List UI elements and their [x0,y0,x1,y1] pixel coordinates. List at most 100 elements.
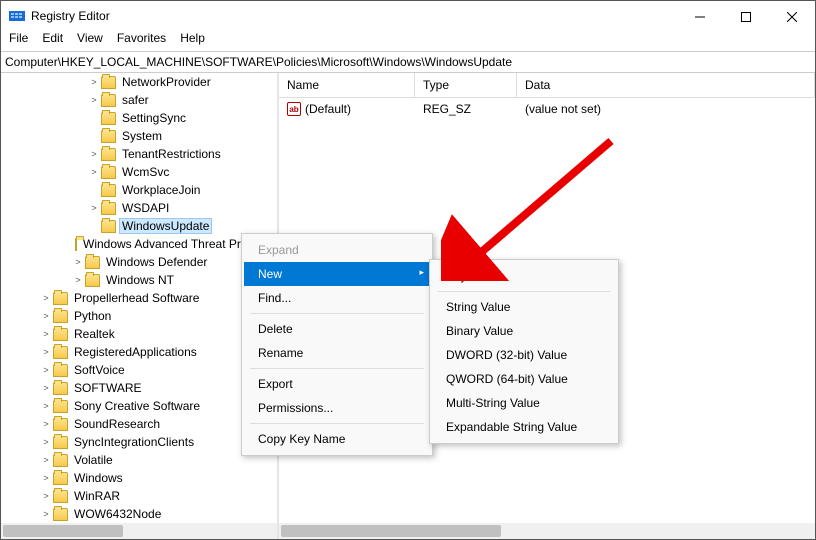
tree-node[interactable]: > Windows NT [1,271,277,289]
menu-file[interactable]: File [9,31,28,51]
menu-edit[interactable]: Edit [42,31,63,51]
chevron-icon[interactable]: > [41,437,51,447]
tree-node[interactable]: > Sony Creative Software [1,397,277,415]
tree-node[interactable]: > SoftVoice [1,361,277,379]
tree-node[interactable]: > Realtek [1,325,277,343]
chevron-icon[interactable]: > [89,203,99,213]
folder-icon [101,220,116,233]
folder-icon [53,400,68,413]
value-row[interactable]: ab(Default)REG_SZ(value not set) [279,98,815,120]
col-type[interactable]: Type [415,73,517,97]
menu-item[interactable]: Delete [244,317,430,341]
titlebar: Registry Editor [1,1,815,31]
col-data[interactable]: Data [517,73,815,97]
context-menu: ExpandNewFind...DeleteRenameExportPermis… [241,233,433,456]
tree-node-label: System [120,129,164,143]
tree-node[interactable]: Windows Advanced Threat Protection [1,235,277,253]
tree-node[interactable]: SettingSync [1,109,277,127]
chevron-icon[interactable]: > [89,167,99,177]
tree-node[interactable]: >WinRAR [1,487,277,505]
chevron-icon[interactable]: > [89,77,99,87]
tree-node[interactable]: > NetworkProvider [1,73,277,91]
menu-item[interactable]: Multi-String Value [432,391,616,415]
menu-help[interactable]: Help [180,31,205,51]
tree-node-label: RegisteredApplications [72,345,199,359]
tree-node-label: Windows NT [104,273,176,287]
chevron-icon[interactable]: > [41,401,51,411]
value-name: (Default) [305,102,351,116]
tree-horizontal-scrollbar[interactable] [1,523,277,539]
chevron-icon[interactable]: > [41,293,51,303]
tree-node-label: SyncIntegrationClients [72,435,196,449]
folder-icon [53,292,68,305]
chevron-icon[interactable]: > [89,95,99,105]
folder-icon [101,76,116,89]
close-button[interactable] [769,1,815,31]
chevron-icon[interactable]: > [41,473,51,483]
menu-item[interactable]: Binary Value [432,319,616,343]
chevron-icon[interactable]: > [41,509,51,519]
folder-icon [53,346,68,359]
tree-node[interactable]: >Windows Defender [1,253,277,271]
values-horizontal-scrollbar[interactable] [279,523,815,539]
tree-node-label: SoftVoice [72,363,127,377]
menu-view[interactable]: View [77,31,103,51]
tree-node-label: Sony Creative Software [72,399,202,413]
chevron-icon[interactable]: > [89,149,99,159]
chevron-icon[interactable]: > [73,275,83,285]
tree-node[interactable]: >WcmSvc [1,163,277,181]
address-bar[interactable]: Computer\HKEY_LOCAL_MACHINE\SOFTWARE\Pol… [1,51,815,73]
menu-item[interactable]: Find... [244,286,430,310]
col-name[interactable]: Name [279,73,415,97]
menu-item[interactable]: Copy Key Name [244,427,430,451]
chevron-icon[interactable]: > [41,383,51,393]
tree-node[interactable]: WorkplaceJoin [1,181,277,199]
menu-item[interactable]: Export [244,372,430,396]
maximize-button[interactable] [723,1,769,31]
folder-icon [101,166,116,179]
folder-icon [101,148,116,161]
menu-item[interactable]: String Value [432,295,616,319]
menu-favorites[interactable]: Favorites [117,31,166,51]
tree-node-label: safer [120,93,151,107]
minimize-button[interactable] [677,1,723,31]
tree-node[interactable]: > safer [1,91,277,109]
tree-node[interactable]: > RegisteredApplications [1,343,277,361]
chevron-icon[interactable]: > [41,311,51,321]
tree-node-label: Realtek [72,327,117,341]
chevron-icon[interactable]: > [41,419,51,429]
context-submenu-new: KeyString ValueBinary ValueDWORD (32-bit… [429,259,619,444]
tree-node[interactable]: >Volatile [1,451,277,469]
string-value-icon: ab [287,102,301,116]
tree-node[interactable]: System [1,127,277,145]
chevron-icon[interactable]: > [41,491,51,501]
tree-node-label: WindowsUpdate [120,219,211,233]
chevron-icon[interactable]: > [41,365,51,375]
tree-node-label: TenantRestrictions [120,147,223,161]
folder-icon [53,382,68,395]
tree-node[interactable]: >WSDAPI [1,199,277,217]
chevron-icon[interactable]: > [41,455,51,465]
folder-icon [75,238,77,251]
tree-node[interactable]: >WOW6432Node [1,505,277,523]
menu-item[interactable]: Expandable String Value [432,415,616,439]
tree-node[interactable]: > SyncIntegrationClients [1,433,277,451]
chevron-icon[interactable]: > [41,329,51,339]
menu-item[interactable]: New [244,262,430,286]
tree-node-label: NetworkProvider [120,75,213,89]
tree-node[interactable]: > TenantRestrictions [1,145,277,163]
chevron-icon[interactable]: > [41,347,51,357]
tree-node[interactable]: WindowsUpdate [1,217,277,235]
tree-node-label: Windows [72,471,125,485]
tree-node[interactable]: >Python [1,307,277,325]
chevron-icon[interactable]: > [73,257,83,267]
menu-item[interactable]: QWORD (64-bit) Value [432,367,616,391]
tree-node[interactable]: > Windows [1,469,277,487]
tree-node[interactable]: >Propellerhead Software [1,289,277,307]
menu-item[interactable]: Permissions... [244,396,430,420]
menu-item[interactable]: DWORD (32-bit) Value [432,343,616,367]
tree-node[interactable]: >SOFTWARE [1,379,277,397]
annotation-arrow [441,131,631,281]
menu-item[interactable]: Rename [244,341,430,365]
tree-node[interactable]: >SoundResearch [1,415,277,433]
